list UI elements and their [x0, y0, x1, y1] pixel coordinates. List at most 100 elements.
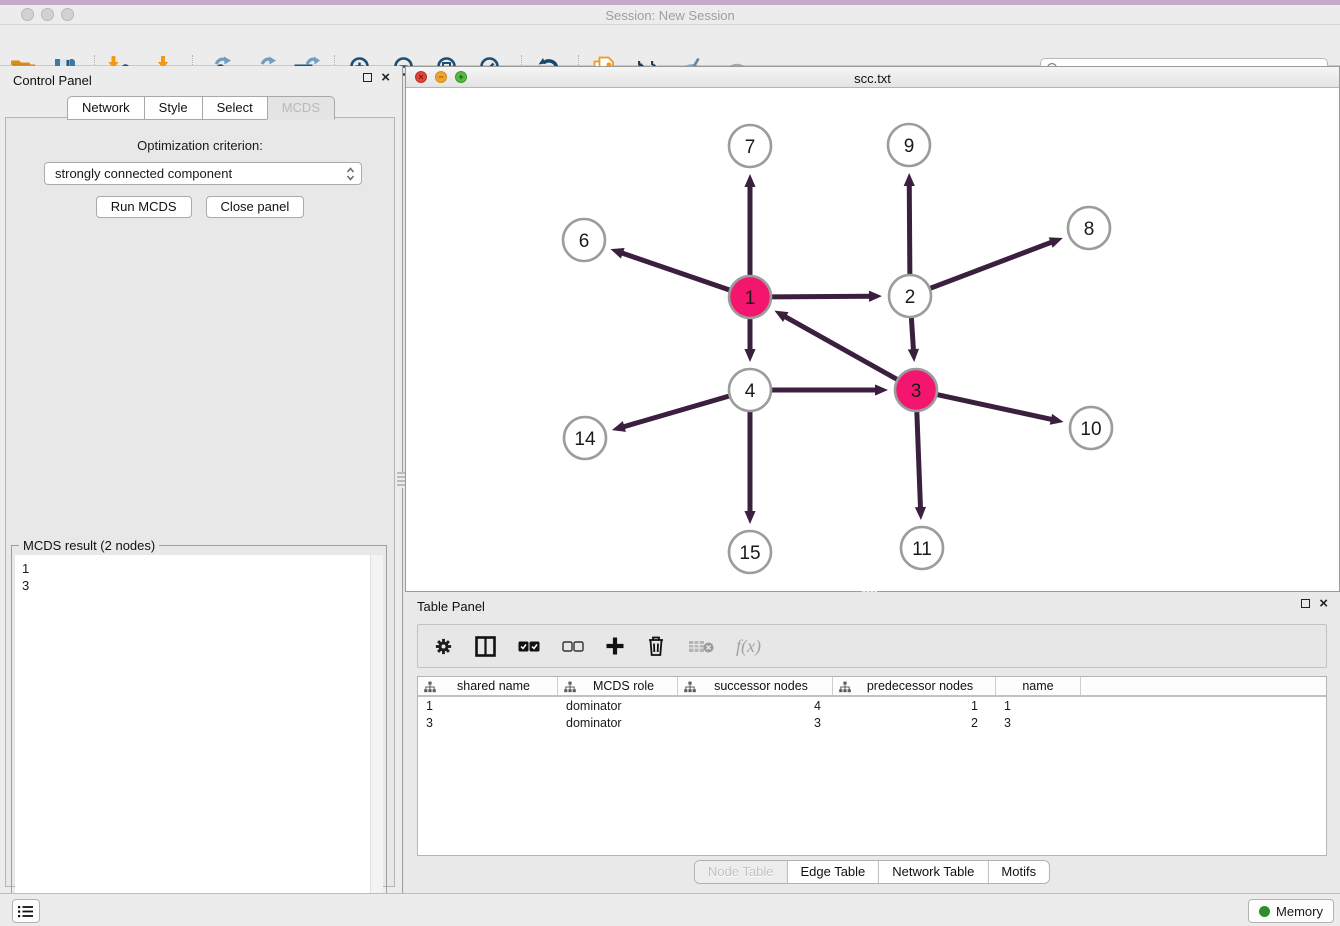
float-table-panel-icon[interactable]: [1301, 599, 1310, 608]
svg-text:15: 15: [739, 543, 760, 564]
graph-edge-3-11[interactable]: [915, 412, 926, 520]
mcds-panel: Optimization criterion: strongly connect…: [5, 117, 395, 887]
float-panel-icon[interactable]: [363, 73, 372, 82]
cell-shared-name[interactable]: 3: [418, 716, 558, 730]
memory-status-dot-icon: [1259, 906, 1270, 917]
control-panel-title: Control Panel: [13, 73, 92, 88]
graph-node-4[interactable]: 4: [729, 369, 771, 411]
cell-shared-name[interactable]: 1: [418, 699, 558, 713]
delete-table-icon[interactable]: [688, 639, 714, 654]
column-header-shared-name[interactable]: shared name: [418, 677, 558, 695]
tab-style[interactable]: Style: [144, 96, 202, 120]
svg-text:4: 4: [745, 381, 756, 402]
node-table[interactable]: shared nameMCDS rolesuccessor nodesprede…: [417, 676, 1327, 856]
titlebar-accent-strip: [0, 0, 1340, 5]
svg-text:2: 2: [905, 287, 916, 308]
mcds-result-textarea[interactable]: 1 3: [15, 555, 383, 920]
graph-edge-4-15[interactable]: [744, 412, 755, 524]
tab-network-table[interactable]: Network Table: [879, 861, 988, 883]
table-settings-gear-icon[interactable]: [434, 637, 453, 656]
graph-node-9[interactable]: 9: [888, 124, 930, 166]
tab-node-table[interactable]: Node Table: [695, 861, 788, 883]
cell-predecessor-nodes[interactable]: 1: [833, 699, 996, 713]
graph-edge-4-14[interactable]: [612, 396, 729, 432]
network-graph[interactable]: 7 9 6 8 1 2 4 3 14 10 15 11: [406, 88, 1339, 591]
network-window-title: scc.txt: [406, 71, 1339, 86]
cell-name[interactable]: 3: [996, 716, 1081, 730]
main-toolbar: [0, 25, 1340, 66]
close-table-panel-icon[interactable]: ×: [1319, 599, 1328, 608]
function-builder-icon[interactable]: f(x): [736, 636, 761, 657]
cell-successor-nodes[interactable]: 4: [678, 699, 833, 713]
svg-text:9: 9: [904, 136, 915, 157]
tab-network[interactable]: Network: [67, 96, 144, 120]
graph-edge-1-4[interactable]: [744, 319, 755, 362]
criterion-dropdown[interactable]: strongly connected component: [44, 162, 362, 185]
graph-node-8[interactable]: 8: [1068, 207, 1110, 249]
cell-MCDS-role[interactable]: dominator: [558, 699, 678, 713]
cell-MCDS-role[interactable]: dominator: [558, 716, 678, 730]
add-row-icon[interactable]: [606, 637, 624, 655]
graph-node-10[interactable]: 10: [1070, 407, 1112, 449]
column-header-name[interactable]: name: [996, 677, 1081, 695]
mcds-result-groupbox: MCDS result (2 nodes) 1 3: [11, 545, 387, 924]
cell-predecessor-nodes[interactable]: 2: [833, 716, 996, 730]
cell-name[interactable]: 1: [996, 699, 1081, 713]
graph-node-2[interactable]: 2: [889, 275, 931, 317]
column-header-MCDS-role[interactable]: MCDS role: [558, 677, 678, 695]
graph-edge-1-6[interactable]: [610, 248, 729, 290]
memory-button[interactable]: Memory: [1248, 899, 1334, 923]
svg-text:10: 10: [1080, 419, 1101, 440]
mcds-result-lines: 1 3: [15, 555, 383, 594]
result-scrollbar[interactable]: [370, 555, 383, 920]
vertical-splitter-grip[interactable]: [397, 472, 405, 488]
svg-text:8: 8: [1084, 219, 1095, 240]
svg-text:3: 3: [911, 381, 922, 402]
graph-edge-1-2[interactable]: [772, 291, 882, 302]
graph-edge-1-7[interactable]: [744, 174, 755, 275]
tab-motifs[interactable]: Motifs: [988, 861, 1049, 883]
graph-edge-2-9[interactable]: [904, 173, 915, 274]
graph-node-1[interactable]: 1: [729, 276, 771, 318]
control-panel-tabs: NetworkStyleSelectMCDS: [0, 96, 402, 120]
graph-node-6[interactable]: 6: [563, 219, 605, 261]
svg-text:14: 14: [574, 429, 596, 450]
graph-node-14[interactable]: 14: [564, 417, 606, 459]
table-row[interactable]: 3dominator323: [418, 714, 1326, 731]
graph-node-7[interactable]: 7: [729, 125, 771, 167]
tab-mcds[interactable]: MCDS: [267, 96, 335, 120]
column-header-successor-nodes[interactable]: successor nodes: [678, 677, 833, 695]
graph-node-11[interactable]: 11: [901, 527, 943, 569]
window-titlebar: Session: New Session: [0, 0, 1340, 25]
tab-select[interactable]: Select: [202, 96, 267, 120]
graph-edge-2-8[interactable]: [931, 237, 1063, 288]
deselect-all-checkboxes-icon[interactable]: [562, 641, 584, 652]
table-panel-title: Table Panel: [417, 599, 485, 614]
close-panel-button[interactable]: Close panel: [206, 196, 305, 218]
run-mcds-button[interactable]: Run MCDS: [96, 196, 192, 218]
graph-edge-3-10[interactable]: [937, 395, 1063, 425]
cell-successor-nodes[interactable]: 3: [678, 716, 833, 730]
tab-edge-table[interactable]: Edge Table: [787, 861, 879, 883]
svg-text:1: 1: [745, 288, 756, 309]
graph-node-15[interactable]: 15: [729, 531, 771, 573]
list-icon: [18, 905, 34, 918]
table-panel-tabs: Node TableEdge TableNetwork TableMotifs: [694, 860, 1050, 884]
network-canvas[interactable]: 7 9 6 8 1 2 4 3 14 10 15 11: [406, 88, 1339, 591]
optimization-criterion-label: Optimization criterion:: [6, 138, 394, 153]
graph-edge-3-1[interactable]: [774, 311, 896, 380]
memory-button-label: Memory: [1276, 904, 1323, 919]
select-all-checkboxes-icon[interactable]: [518, 641, 540, 652]
column-header-predecessor-nodes[interactable]: predecessor nodes: [833, 677, 996, 695]
task-history-button[interactable]: [12, 899, 40, 923]
graph-node-3[interactable]: 3: [895, 369, 937, 411]
network-window-titlebar[interactable]: × − + scc.txt: [406, 67, 1339, 88]
close-panel-icon[interactable]: ×: [381, 73, 390, 82]
svg-text:11: 11: [912, 539, 932, 560]
table-row[interactable]: 1dominator411: [418, 697, 1326, 714]
table-header-row: shared nameMCDS rolesuccessor nodesprede…: [418, 677, 1326, 697]
graph-edge-4-3[interactable]: [772, 384, 888, 395]
delete-rows-trash-icon[interactable]: [646, 635, 666, 657]
graph-edge-2-3[interactable]: [908, 318, 919, 362]
show-columns-icon[interactable]: [475, 636, 496, 657]
